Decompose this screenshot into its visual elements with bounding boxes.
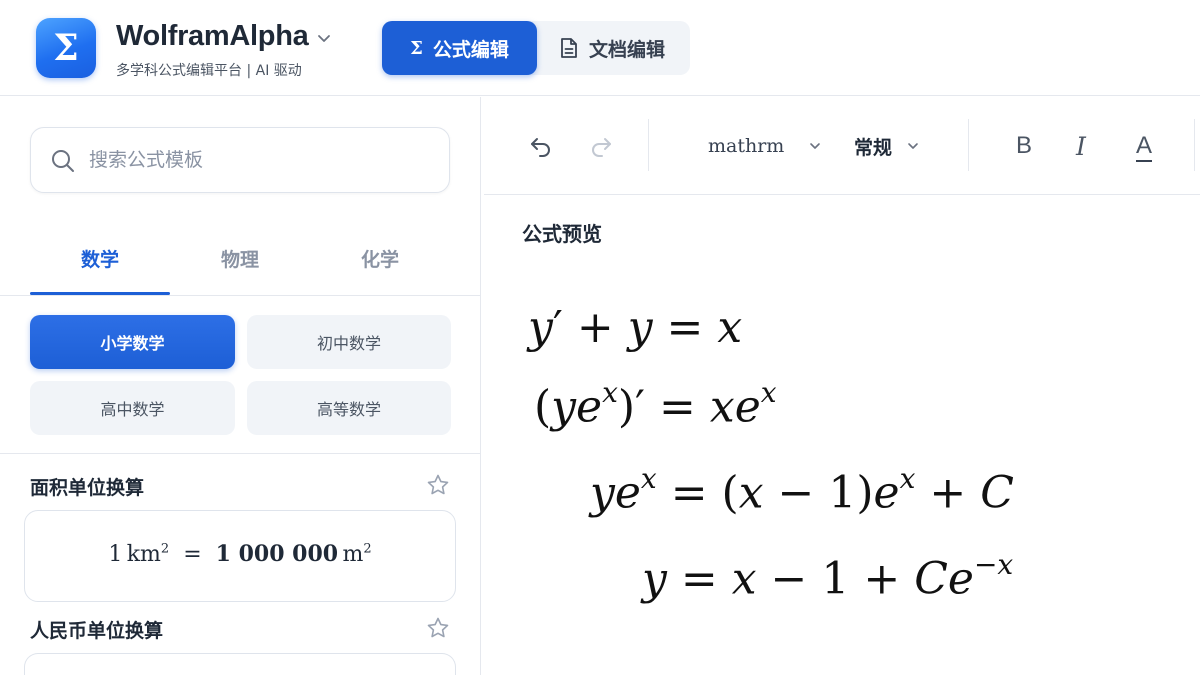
bold-button[interactable]: B [1016,132,1032,160]
tab-math[interactable]: 数学 [30,245,170,272]
search-box [30,127,450,193]
italic-button[interactable]: I [1076,131,1086,161]
app-header: Σ WolframAlpha 多学科公式编辑平台 | AI 驱动 Σ 公式编辑 … [0,0,1200,96]
document-icon [561,38,577,58]
formula-equals: = [176,542,209,567]
chevron-down-icon[interactable] [316,30,332,46]
formula-edit-label: 公式编辑 [432,38,509,61]
category-primary-math[interactable]: 小学数学 [30,315,235,369]
formula-line: y = x − 1 + Ce−x [642,548,1014,605]
undo-button[interactable] [528,132,554,160]
category-senior-math[interactable]: 高中数学 [30,381,235,435]
formula-lhs-number: 1 [108,542,123,567]
template-sidebar: 数学 物理 化学 小学数学 初中数学 高中数学 高等数学 面积单位换算 1 km… [0,97,481,675]
text-color-button[interactable]: A [1136,132,1153,162]
app-subtitle: 多学科公式编辑平台 | AI 驱动 [116,63,302,79]
star-icon[interactable] [426,473,450,497]
formula-line: yex = (x − 1)ex + C [590,462,1014,519]
formula-rhs-number: 1 000 000 [215,541,339,567]
toolbar-divider [648,119,649,171]
bold-icon: B [1016,132,1033,159]
chevron-down-icon [810,143,821,149]
formula-edit-button[interactable]: Σ 公式编辑 [382,21,537,75]
mode-switch: Σ 公式编辑 文档编辑 [382,21,690,75]
formula-rhs-exp: 2 [363,541,372,557]
star-icon[interactable] [426,616,450,640]
tab-physics[interactable]: 物理 [170,245,310,272]
font-select-value: mathrm [708,135,785,157]
text-color-icon: A [1136,132,1153,159]
app-logo[interactable]: Σ [36,18,96,78]
subject-tabs: 数学 物理 化学 [30,227,450,295]
toolbar-divider [968,119,969,171]
brand-block[interactable]: WolframAlpha 多学科公式编辑平台 | AI 驱动 [116,20,330,79]
tab-chemistry[interactable]: 化学 [310,245,450,272]
font-select[interactable]: mathrm [708,132,822,160]
template-formula: 1 km2 = 1 000 000 m2 [25,541,455,567]
style-select-value: 常规 [854,136,893,159]
template-card[interactable]: 1 km2 = 1 000 000 m2 [24,510,456,602]
formula-lhs-exp: 2 [160,541,170,557]
search-icon [52,150,74,172]
redo-icon [592,138,611,157]
chevron-down-icon [908,143,918,149]
template-card[interactable] [24,653,456,675]
formula-rhs-unit: m [342,542,364,567]
style-select[interactable]: 常规 [854,132,920,160]
sigma-icon: Σ [410,37,423,59]
preview-label: 公式预览 [522,222,602,246]
tabs-divider [0,295,481,296]
template-title: 面积单位换算 [30,477,145,499]
document-edit-label: 文档编辑 [588,38,665,61]
document-edit-button[interactable]: 文档编辑 [542,21,682,75]
italic-icon: I [1076,131,1086,161]
redo-button[interactable] [588,132,614,160]
search-input[interactable] [89,144,429,176]
category-advanced-math[interactable]: 高等数学 [247,381,451,435]
section-divider [0,453,481,454]
template-title: 人民币单位换算 [30,620,164,642]
toolbar-divider [1194,119,1195,171]
formula-line: (yex)′ = xex [534,376,777,433]
app-name: WolframAlpha [116,20,309,52]
formula-lhs-unit: km [126,542,161,567]
undo-icon [531,138,550,157]
editor-toolbar: mathrm 常规 B I A [484,97,1200,195]
category-junior-math[interactable]: 初中数学 [247,315,451,369]
formula-line: y′ + y = x [528,302,743,353]
sigma-logo-icon: Σ [53,27,79,69]
